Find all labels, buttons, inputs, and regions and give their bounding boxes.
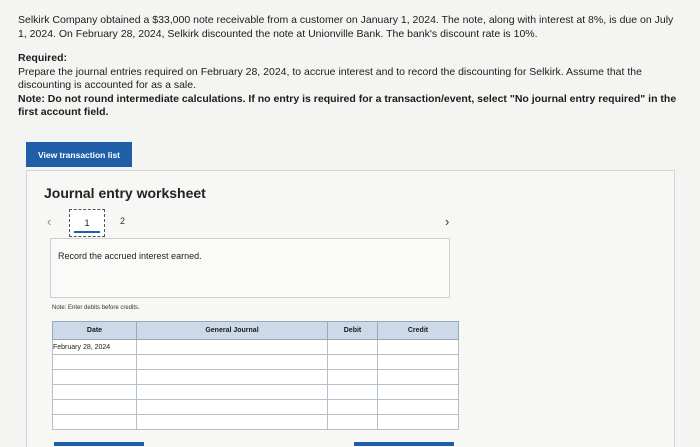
general-journal-header: General Journal <box>136 321 328 340</box>
chevron-left-icon[interactable]: ‹ <box>47 214 51 229</box>
date-cell[interactable] <box>52 399 137 415</box>
debit-header: Debit <box>327 321 378 340</box>
table-row <box>52 369 459 385</box>
problem-statement: Selkirk Company obtained a $33,000 note … <box>18 14 678 120</box>
debit-field[interactable] <box>327 339 378 355</box>
instruction-box <box>50 238 450 298</box>
credit-field[interactable] <box>377 399 459 415</box>
debits-note: Note: Enter debits before credits. <box>52 305 140 311</box>
date-header: Date <box>52 321 137 340</box>
journal-table: Date General Journal Debit Credit Februa… <box>52 321 459 430</box>
required-text: Prepare the journal entries required on … <box>18 65 642 92</box>
table-row <box>52 399 459 415</box>
debit-field[interactable] <box>327 354 378 370</box>
credit-header: Credit <box>377 321 459 340</box>
table-row <box>52 414 459 430</box>
credit-field[interactable] <box>377 414 459 430</box>
table-row <box>52 354 459 370</box>
problem-paragraph: Selkirk Company obtained a $33,000 note … <box>18 14 674 40</box>
journal-worksheet-panel-right <box>474 170 675 447</box>
account-field[interactable] <box>136 399 328 415</box>
date-cell[interactable] <box>52 414 137 430</box>
view-transaction-list-button[interactable]: View transaction list <box>26 142 132 167</box>
credit-field[interactable] <box>377 339 459 355</box>
table-row: February 28, 2024 <box>52 339 459 355</box>
account-field[interactable] <box>136 369 328 385</box>
table-row <box>52 384 459 400</box>
account-field[interactable] <box>136 384 328 400</box>
problem-note: Note: Do not round intermediate calculat… <box>18 92 677 119</box>
date-cell[interactable] <box>52 384 137 400</box>
account-field[interactable] <box>136 339 328 355</box>
account-field[interactable] <box>136 354 328 370</box>
journal-header-row: Date General Journal Debit Credit <box>52 321 459 340</box>
debit-field[interactable] <box>327 414 378 430</box>
record-entry-button-edge[interactable] <box>54 442 144 446</box>
debit-field[interactable] <box>327 369 378 385</box>
worksheet-title: Journal entry worksheet <box>44 185 206 201</box>
account-field[interactable] <box>136 414 328 430</box>
date-cell[interactable] <box>52 369 137 385</box>
debit-field[interactable] <box>327 399 378 415</box>
date-cell[interactable] <box>52 354 137 370</box>
debit-field[interactable] <box>327 384 378 400</box>
credit-field[interactable] <box>377 369 459 385</box>
credit-field[interactable] <box>377 384 459 400</box>
credit-field[interactable] <box>377 354 459 370</box>
worksheet-page-1-tab[interactable]: 1 <box>69 209 105 237</box>
required-heading: Required: <box>18 52 68 64</box>
worksheet-page-2-tab[interactable]: 2 <box>120 216 125 226</box>
instruction-text: Record the accrued interest earned. <box>58 251 202 261</box>
view-general-journal-button-edge[interactable] <box>354 442 454 446</box>
chevron-right-icon[interactable]: › <box>445 214 449 229</box>
date-cell[interactable]: February 28, 2024 <box>52 339 137 355</box>
